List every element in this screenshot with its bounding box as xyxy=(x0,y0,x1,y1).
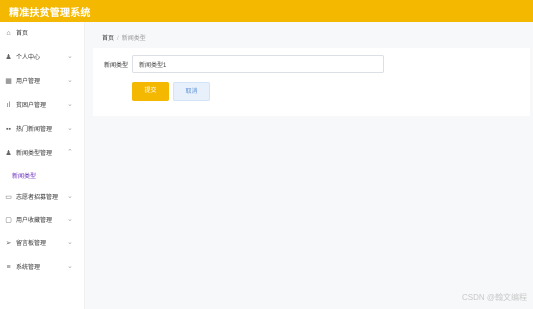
chevron-down-icon: ⌄ xyxy=(67,77,73,84)
sidebar-item-label: 系统管理 xyxy=(16,265,41,271)
chevron-down-icon: ⌄ xyxy=(67,125,73,132)
breadcrumb: 首页 / 新闻类型 xyxy=(102,33,146,42)
sidebar-item-label: 用户收藏管理 xyxy=(16,218,53,224)
chevron-up-icon: ⌃ xyxy=(67,149,73,156)
bar-chart-icon: ıl xyxy=(6,102,11,109)
chevron-down-icon: ⌄ xyxy=(67,263,73,270)
apps-icon: ▪▪ xyxy=(6,126,11,133)
sidebar-item-label: 新闻类型管理 xyxy=(16,151,53,157)
submit-button[interactable]: 提交 xyxy=(132,82,169,101)
chevron-down-icon: ⌄ xyxy=(67,53,73,60)
sidebar-item-label: 用户管理 xyxy=(16,79,41,85)
sidebar-subitem-news-type[interactable]: 新闻类型 xyxy=(12,171,82,180)
sidebar-item-label: 首页 xyxy=(16,31,29,37)
list-icon: ≡ xyxy=(6,264,11,271)
sidebar-item-poor-households[interactable]: ıl 贫困户管理 ⌄ xyxy=(0,99,85,113)
home-icon: ⌂ xyxy=(6,30,11,37)
sidebar-item-message-board[interactable]: ➢ 留言板管理 ⌄ xyxy=(0,237,85,251)
card-icon: ▭ xyxy=(5,194,12,201)
chevron-down-icon: ⌄ xyxy=(67,101,73,108)
sidebar-item-hot-news[interactable]: ▪▪ 热门新闻管理 ⌄ xyxy=(0,123,85,137)
app-title: 精准扶贫管理系统 xyxy=(9,8,91,19)
sidebar-item-home[interactable]: ⌂ 首页 xyxy=(0,27,85,41)
top-header: 精准扶贫管理系统 xyxy=(0,0,533,22)
sidebar-item-favorites[interactable]: ▢ 用户收藏管理 ⌄ xyxy=(0,214,85,228)
breadcrumb-home[interactable]: 首页 xyxy=(102,36,114,42)
cancel-button[interactable]: 取消 xyxy=(173,82,210,101)
sidebar-item-personal-center[interactable]: ♟ 个人中心 ⌄ xyxy=(0,51,85,65)
user-icon: ♟ xyxy=(5,150,12,157)
sidebar-item-news-type[interactable]: ♟ 新闻类型管理 ⌃ xyxy=(0,147,85,161)
sidebar-item-label: 贫困户管理 xyxy=(16,103,47,109)
sidebar-item-volunteers[interactable]: ▭ 志愿者招募管理 ⌄ xyxy=(0,191,85,205)
sidebar-item-label: 留言板管理 xyxy=(16,241,47,247)
user-icon: ♟ xyxy=(5,54,12,61)
grid-icon: ▦ xyxy=(5,78,12,85)
news-type-input[interactable] xyxy=(132,55,384,73)
sidebar-item-label: 热门新闻管理 xyxy=(16,127,53,133)
chevron-down-icon: ⌄ xyxy=(67,216,73,223)
sidebar-item-label: 志愿者招募管理 xyxy=(16,195,59,201)
chevron-down-icon: ⌄ xyxy=(67,239,73,246)
breadcrumb-current: 新闻类型 xyxy=(121,36,146,42)
sidebar: ⌂ 首页 ♟ 个人中心 ⌄ ▦ 用户管理 ⌄ ıl 贫困户管理 ⌄ ▪▪ 热门新… xyxy=(0,22,85,309)
watermark: CSDN @翰文编程 xyxy=(461,293,527,302)
sidebar-item-users[interactable]: ▦ 用户管理 ⌄ xyxy=(0,75,85,89)
sidebar-item-system[interactable]: ≡ 系统管理 ⌄ xyxy=(0,261,85,275)
news-type-label: 新闻类型 xyxy=(104,63,129,69)
breadcrumb-separator: / xyxy=(117,36,119,42)
chevron-down-icon: ⌄ xyxy=(67,193,73,200)
chat-icon: ▢ xyxy=(5,217,12,224)
send-icon: ➢ xyxy=(5,240,12,247)
sidebar-item-label: 个人中心 xyxy=(16,55,41,61)
